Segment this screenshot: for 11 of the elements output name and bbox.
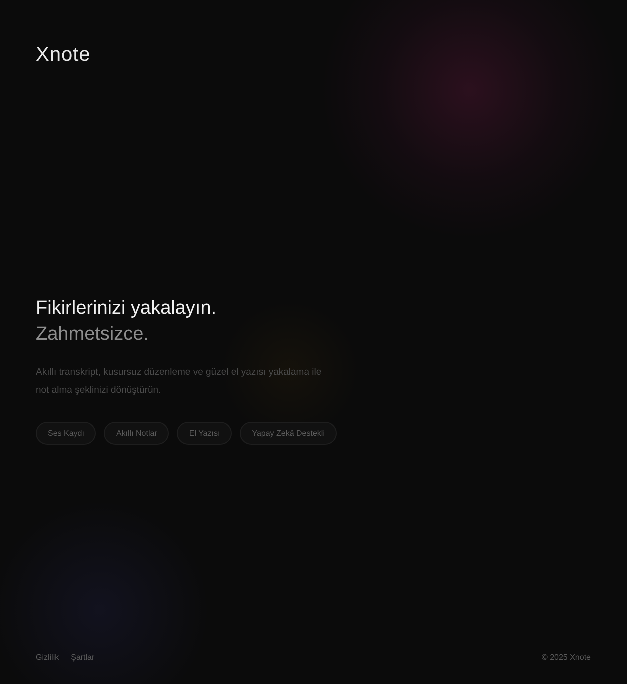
hero-subtitle: Zahmetsizce. <box>36 322 150 346</box>
feature-chip: Ses Kaydı <box>36 422 96 444</box>
hero-title: Fikirlerinizi yakalayın. <box>36 296 218 320</box>
feature-chip: Akıllı Notlar <box>104 422 170 444</box>
copyright-text: © 2025 Xnote <box>542 653 591 662</box>
footer-link[interactable]: Gizlilik <box>36 653 60 662</box>
logo: Xnote <box>36 44 92 67</box>
hero-description: Akıllı transkript, kusursuz düzenleme ve güzel el yazısı yakalama ile not alma şeklinizi dönüştürün. <box>36 366 323 398</box>
feature-chip: Yapay Zekâ Destekli <box>240 422 337 444</box>
footer-link[interactable]: Şartlar <box>71 653 95 662</box>
feature-chip: El Yazısı <box>177 422 232 444</box>
